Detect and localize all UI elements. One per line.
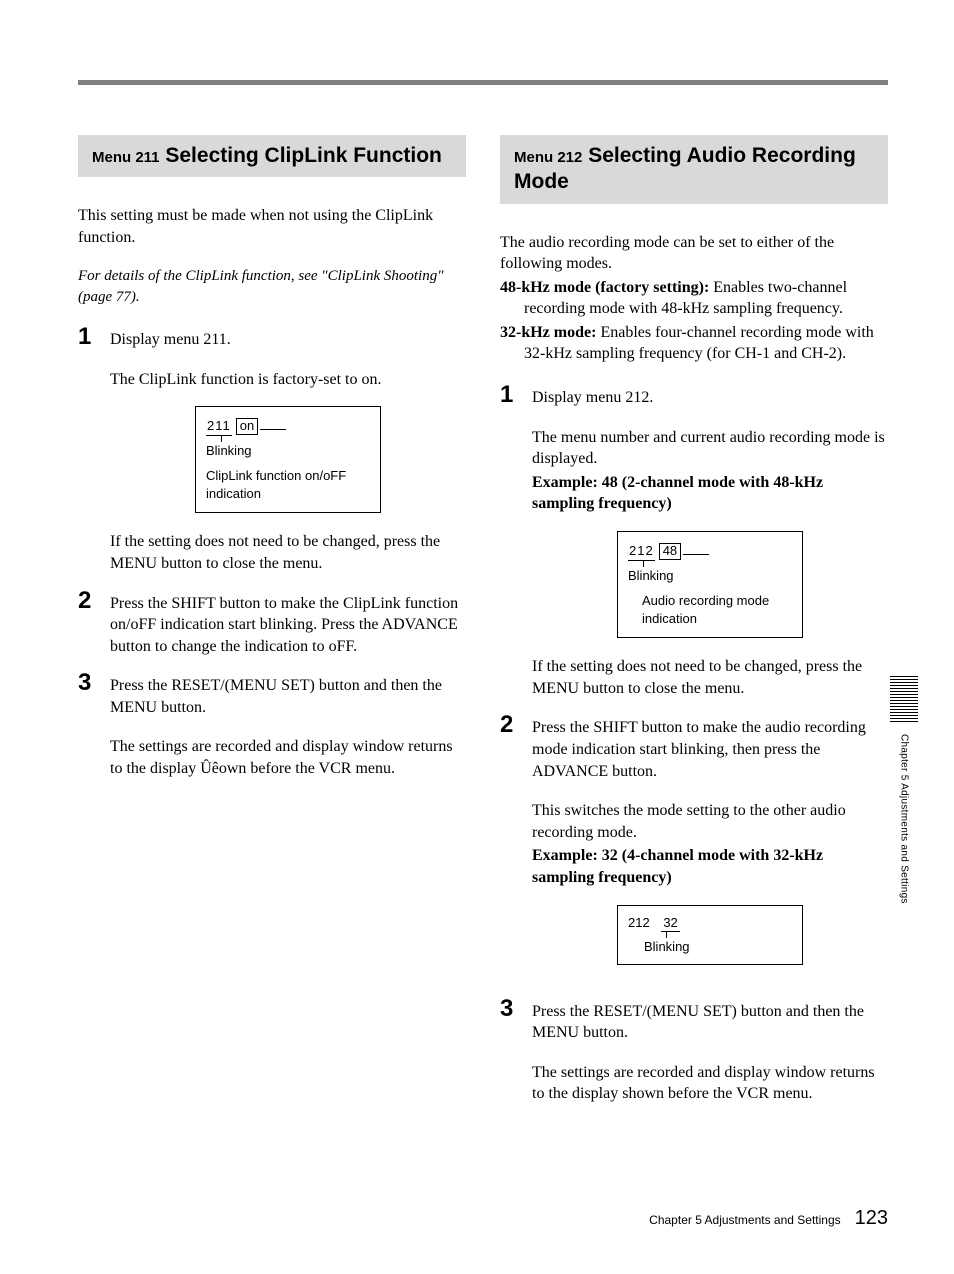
- example-label: Example: 32 (4-channel mode with 32-kHz …: [532, 845, 888, 888]
- display-value-label: ClipLink function on/oFF indication: [206, 467, 370, 502]
- step-body: Press the SHIFT button to make the audio…: [532, 713, 888, 982]
- mode-definitions: 48-kHz mode (factory setting): Enables t…: [500, 277, 888, 365]
- step-sub: The settings are recorded and display wi…: [110, 736, 466, 779]
- step-text: Press the SHIFT button to make the ClipL…: [110, 595, 458, 655]
- step-number: 3: [500, 997, 522, 1021]
- display-blinking-label: Blinking: [644, 938, 690, 956]
- step-text: Display menu 211.: [110, 331, 231, 348]
- step-body: Press the RESET/(MENU SET) button and th…: [110, 671, 466, 779]
- menu-211-step-3: 3 Press the RESET/(MENU SET) button and …: [78, 671, 466, 779]
- menu-212-intro: The audio recording mode can be set to e…: [500, 232, 888, 275]
- step-body: Display menu 212. The menu number and cu…: [532, 383, 888, 699]
- content-columns: Menu 211 Selecting ClipLink Function Thi…: [78, 135, 888, 1105]
- step-close-note: If the setting does not need to be chang…: [532, 656, 888, 699]
- menu-212-step-2: 2 Press the SHIFT button to make the aud…: [500, 713, 888, 982]
- display-blinking-label: Blinking: [206, 442, 252, 460]
- top-rule: [78, 80, 888, 85]
- display-box-212-48: 212 48 Blinking Audio recording mode ind…: [617, 531, 803, 638]
- step-text: Press the SHIFT button to make the audio…: [532, 719, 866, 779]
- step-number: 2: [78, 589, 100, 613]
- display-menu-value: on: [236, 418, 258, 435]
- section-header-menu-211: Menu 211 Selecting ClipLink Function: [78, 135, 466, 177]
- step-body: Press the RESET/(MENU SET) button and th…: [532, 997, 888, 1105]
- step-sub: This switches the mode setting to the ot…: [532, 800, 888, 843]
- section-header-menu-212: Menu 212 Selecting Audio Recording Mode: [500, 135, 888, 204]
- menu-211-title: Selecting ClipLink Function: [160, 144, 442, 167]
- step-sub: The settings are recorded and display wi…: [532, 1062, 888, 1105]
- menu-211-intro: This setting must be made when not using…: [78, 205, 466, 248]
- mode-32khz: 32-kHz mode: Enables four-channel record…: [500, 322, 888, 365]
- step-text: Display menu 212.: [532, 389, 653, 406]
- step-number: 2: [500, 713, 522, 737]
- step-text: Press the RESET/(MENU SET) button and th…: [110, 677, 442, 716]
- footer-page-number: 123: [855, 1207, 888, 1230]
- thumb-tab-label: Chapter 5 Adjustments and Settings: [899, 734, 910, 904]
- display-menu-number: 211: [206, 417, 232, 436]
- menu-211-prefix: Menu 211: [92, 149, 160, 166]
- display-menu-number: 212: [628, 542, 655, 561]
- display-value-label: Audio recording mode indication: [628, 592, 792, 627]
- step-body: Display menu 211. The ClipLink function …: [110, 325, 466, 575]
- menu-212-step-1: 1 Display menu 212. The menu number and …: [500, 383, 888, 699]
- footer-chapter: Chapter 5 Adjustments and Settings: [649, 1213, 840, 1227]
- step-number: 3: [78, 671, 100, 695]
- menu-211-crossref: For details of the ClipLink function, se…: [78, 266, 466, 307]
- step-number: 1: [500, 383, 522, 407]
- step-body: Press the SHIFT button to make the ClipL…: [110, 589, 466, 658]
- step-text: Press the RESET/(MENU SET) button and th…: [532, 1003, 864, 1042]
- display-menu-value: 48: [659, 543, 681, 560]
- display-menu-number: 212: [628, 914, 650, 932]
- page-footer: Chapter 5 Adjustments and Settings 123: [649, 1207, 888, 1230]
- menu-212-prefix: Menu 212: [514, 149, 582, 166]
- step-close-note: If the setting does not need to be chang…: [110, 531, 466, 574]
- step-number: 1: [78, 325, 100, 349]
- display-box-212-32: 212 32 Blinking: [617, 905, 803, 965]
- step-sub: The menu number and current audio record…: [532, 427, 888, 470]
- step-sub: The ClipLink function is factory-set to …: [110, 369, 466, 391]
- display-menu-value: 32: [661, 914, 679, 933]
- left-column: Menu 211 Selecting ClipLink Function Thi…: [78, 135, 466, 1105]
- display-blinking-label: Blinking: [628, 567, 674, 585]
- menu-212-step-3: 3 Press the RESET/(MENU SET) button and …: [500, 997, 888, 1105]
- menu-211-step-2: 2 Press the SHIFT button to make the Cli…: [78, 589, 466, 658]
- mode-label: 32-kHz mode:: [500, 324, 596, 341]
- display-box-211: 211 on Blinking ClipLink function on/oFF…: [195, 406, 381, 513]
- mode-label: 48-kHz mode (factory setting):: [500, 279, 709, 296]
- example-label: Example: 48 (2-channel mode with 48-kHz …: [532, 472, 888, 515]
- thumb-tab-lines-icon: [890, 676, 918, 724]
- right-column: Menu 212 Selecting Audio Recording Mode …: [500, 135, 888, 1105]
- mode-48khz: 48-kHz mode (factory setting): Enables t…: [500, 277, 888, 320]
- menu-211-step-1: 1 Display menu 211. The ClipLink functio…: [78, 325, 466, 575]
- thumb-tab: Chapter 5 Adjustments and Settings: [890, 676, 918, 904]
